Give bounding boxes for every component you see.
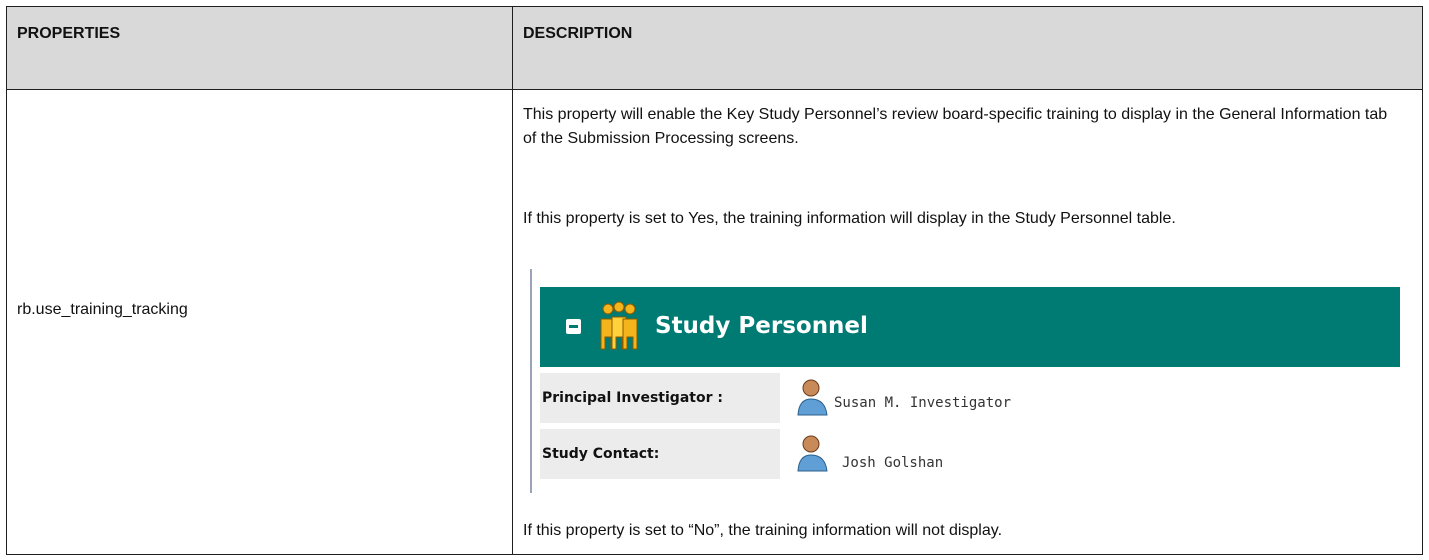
personnel-row: Study Contact: Josh Golshan (540, 429, 1400, 479)
header-divider (7, 89, 1422, 90)
description-paragraph-3: If this property is set to “No”, the tra… (523, 522, 1003, 539)
table-header-row (7, 7, 1422, 89)
properties-table: PROPERTIES DESCRIPTION rb.use_training_t… (6, 6, 1423, 555)
people-group-icon (600, 301, 638, 350)
study-contact-value: Josh Golshan (842, 455, 944, 471)
study-personnel-screenshot: Study Personnel Principal Investigator :… (530, 269, 1400, 497)
collapse-minus-icon[interactable] (566, 319, 581, 334)
column-divider (512, 7, 513, 554)
description-paragraph-1: This property will enable the Key Study … (523, 106, 1388, 147)
principal-investigator-value: Susan M. Investigator (834, 395, 1012, 411)
person-icon (797, 379, 828, 416)
description-paragraph-2: If this property is set to Yes, the trai… (523, 210, 1176, 227)
study-contact-label: Study Contact: (540, 429, 780, 479)
principal-investigator-label: Principal Investigator : (540, 373, 780, 423)
study-personnel-header: Study Personnel (540, 287, 1400, 367)
header-properties: PROPERTIES (17, 25, 121, 42)
person-icon (797, 435, 828, 472)
study-personnel-title: Study Personnel (655, 313, 868, 339)
property-name: rb.use_training_tracking (17, 301, 188, 318)
personnel-row: Principal Investigator : Susan M. Invest… (540, 373, 1400, 423)
header-description: DESCRIPTION (523, 25, 633, 42)
screenshot-border (530, 269, 532, 493)
